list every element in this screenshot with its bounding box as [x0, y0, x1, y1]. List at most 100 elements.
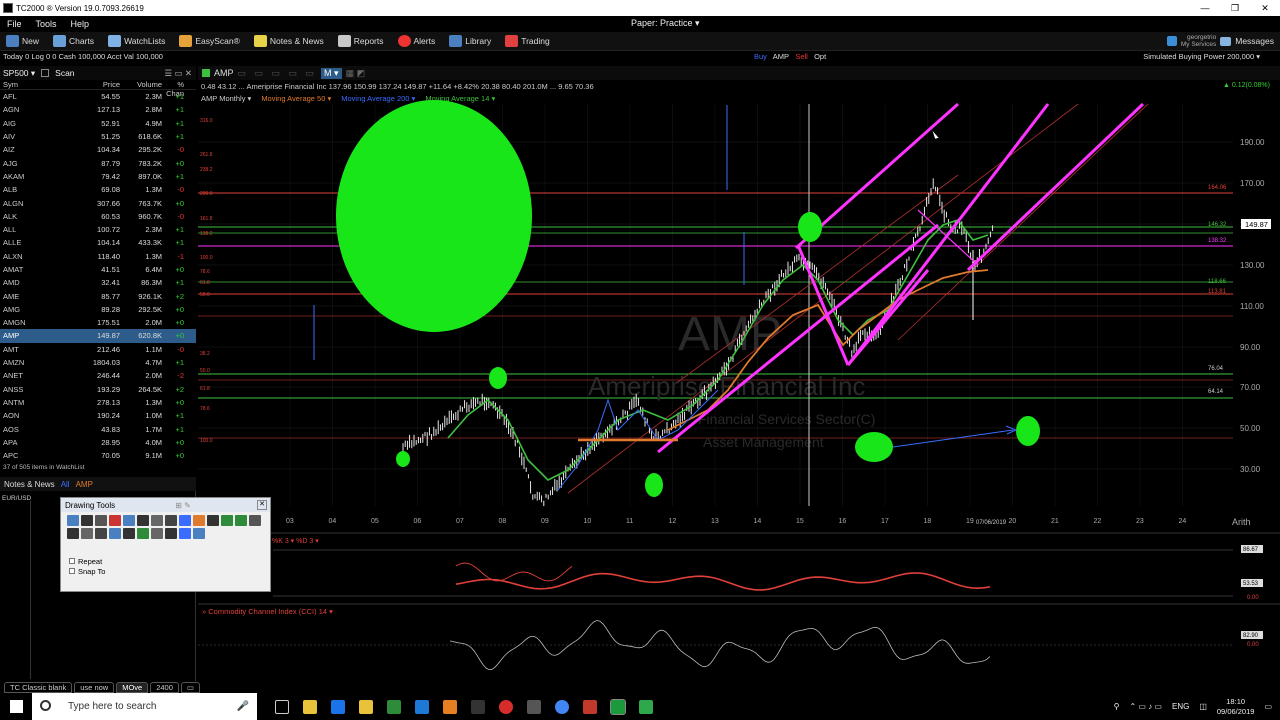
sell-button[interactable]: Sell: [795, 52, 808, 61]
notification-icon[interactable]: ▭: [1264, 702, 1272, 711]
watchlist-row[interactable]: APA 28.95 4.0M +0: [0, 436, 196, 449]
stochastic-label[interactable]: %K 3 ▾ %D 3 ▾: [272, 538, 319, 545]
col-symbol[interactable]: Sym: [0, 80, 78, 89]
watchlist-row[interactable]: AMG 89.28 292.5K +0: [0, 303, 196, 316]
drawing-tool-icon[interactable]: [123, 515, 135, 526]
drawing-tool-icon[interactable]: [207, 515, 219, 526]
watchlist-row[interactable]: AIV 51.25 618.6K +1: [0, 130, 196, 143]
windows-start-icon[interactable]: [10, 700, 23, 713]
excel-icon[interactable]: [387, 699, 401, 714]
channel-cross[interactable]: [917, 209, 979, 266]
minimize-button[interactable]: —: [1190, 3, 1220, 14]
watchlist-row[interactable]: ANET 246.44 2.0M -2: [0, 369, 196, 382]
layout-tab-4[interactable]: 2400: [150, 681, 179, 693]
layout-tab-3[interactable]: MOve: [116, 681, 149, 693]
drawing-tool-icon[interactable]: [179, 515, 191, 526]
col-price[interactable]: Price: [78, 80, 120, 89]
reports-button[interactable]: Reports: [332, 35, 392, 47]
watchlist-row[interactable]: AMD 32.41 86.3M +1: [0, 276, 196, 289]
notes-news-button[interactable]: Notes & News: [248, 35, 332, 47]
watchlists-button[interactable]: WatchLists: [102, 35, 173, 47]
menu-file[interactable]: File: [0, 19, 29, 29]
watchlist-row[interactable]: AKAM 79.42 897.0K +1: [0, 170, 196, 183]
timeframe-monthly[interactable]: M ▾: [321, 67, 342, 79]
col-change[interactable]: % Chan: [162, 80, 184, 98]
stochastic-d-line[interactable]: [455, 572, 991, 591]
drawing-tool-icon[interactable]: [95, 515, 107, 526]
watchlist-row[interactable]: ANSS 193.29 264.5K +2: [0, 383, 196, 396]
cci-label[interactable]: » Commodity Channel Index (CCI) 14 ▾: [202, 607, 333, 616]
notes-filter-all[interactable]: All: [61, 480, 70, 489]
buy-button[interactable]: Buy: [754, 52, 767, 61]
drawing-tool-icon[interactable]: [193, 515, 205, 526]
drawing-tool-icon[interactable]: [235, 515, 247, 526]
microphone-icon[interactable]: 🎤: [237, 701, 249, 712]
messages-button[interactable]: Messages: [1235, 36, 1274, 46]
channel-lower-2[interactable]: [966, 102, 1145, 272]
channel-mid[interactable]: [846, 269, 930, 366]
tc2000-icon[interactable]: [610, 698, 626, 715]
drawing-tool-icon[interactable]: [81, 528, 93, 539]
drawing-tool-icon[interactable]: [81, 515, 93, 526]
drawing-tool-icon[interactable]: [165, 515, 177, 526]
timeframe-buttons[interactable]: ▭ ▭ ▭ ▭ ▭: [238, 68, 318, 79]
watchlist-row[interactable]: ALK 60.53 960.7K -0: [0, 210, 196, 223]
user-services[interactable]: georgetrio My Services: [1181, 34, 1216, 48]
watchlist-row[interactable]: ALLE 104.14 433.3K +1: [0, 236, 196, 249]
drawing-tool-icon[interactable]: [165, 528, 177, 539]
repeat-checkbox[interactable]: [69, 558, 75, 564]
task-view-icon[interactable]: [275, 699, 289, 714]
watchlist-row[interactable]: ALL 100.72 2.3M +1: [0, 223, 196, 236]
drawing-tool-icon[interactable]: [179, 528, 191, 539]
library-button[interactable]: Library: [443, 35, 499, 47]
network-icon[interactable]: ◫: [1199, 702, 1207, 711]
app-icon-red[interactable]: [583, 699, 597, 714]
green-dot-marker[interactable]: [489, 367, 507, 389]
watchlist-row[interactable]: AMAT 41.51 6.4M +0: [0, 263, 196, 276]
stochastic-k-line[interactable]: [455, 562, 573, 582]
watchlist-row[interactable]: ANTM 278.13 1.3M +0: [0, 396, 196, 409]
scale-type[interactable]: Arith: [1232, 517, 1251, 527]
edge-icon[interactable]: [415, 699, 429, 714]
taskbar-search[interactable]: Type here to search 🎤: [32, 693, 257, 720]
watchlist-row[interactable]: ALXN 118.40 1.3M -1: [0, 250, 196, 263]
drawing-tool-icon[interactable]: [249, 515, 261, 526]
drawing-tool-icon[interactable]: [151, 528, 163, 539]
account-mode-dropdown[interactable]: Paper: Practice ▾: [631, 18, 700, 29]
watchlist-controls[interactable]: ☰ ▭ ✕: [165, 68, 197, 79]
watchlist-row[interactable]: AME 85.77 926.1K +2: [0, 289, 196, 302]
watchlist-row[interactable]: AMP 149.87 620.8K +0: [0, 329, 196, 343]
drawing-tool-icon[interactable]: [123, 528, 135, 539]
watchlist-row[interactable]: ALB 69.08 1.3M -0: [0, 183, 196, 196]
scan-checkbox[interactable]: [41, 69, 50, 77]
watchlist-row[interactable]: AGN 127.13 2.8M +1: [0, 103, 196, 116]
green-dot-marker[interactable]: [1016, 416, 1040, 446]
drawing-tool-icon[interactable]: [137, 528, 149, 539]
app-icon-orange[interactable]: [443, 699, 457, 714]
price-chart[interactable]: AMP Ameriprise Financial Inc Financial S…: [198, 100, 1280, 680]
buying-power[interactable]: Simulated Buying Power 200,000 ▾: [1143, 52, 1260, 61]
drawing-tool-icon[interactable]: [109, 528, 121, 539]
maximize-button[interactable]: ❒: [1220, 3, 1250, 14]
green-ellipse-marker[interactable]: [336, 100, 532, 332]
app-icon-green[interactable]: [639, 699, 653, 714]
chrome-icon[interactable]: [555, 699, 569, 714]
watchlist-row[interactable]: APC 70.05 9.1M +0: [0, 449, 196, 462]
chart-symbol[interactable]: AMP: [214, 68, 234, 78]
green-dot-marker[interactable]: [855, 432, 893, 462]
drawing-tool-icon[interactable]: [193, 528, 205, 539]
option-button[interactable]: Opt: [814, 52, 826, 61]
layout-tab-1[interactable]: TC Classic blank: [4, 681, 73, 693]
watchlist-row[interactable]: AIG 52.91 4.9M +1: [0, 117, 196, 130]
people-icon[interactable]: ⚲: [1114, 702, 1120, 711]
watchlist-row[interactable]: AJG 87.79 783.2K +0: [0, 156, 196, 169]
watchlist-row[interactable]: ALGN 307.66 763.7K +0: [0, 196, 196, 209]
trading-button[interactable]: Trading: [499, 35, 558, 47]
drawing-tool-icon[interactable]: [137, 515, 149, 526]
close-button[interactable]: ✕: [1250, 3, 1280, 14]
drawing-tool-icon[interactable]: [221, 515, 233, 526]
snap-checkbox[interactable]: [69, 568, 75, 574]
notes-filter-symbol[interactable]: AMP: [76, 480, 93, 489]
store-icon[interactable]: [331, 699, 345, 714]
drawing-tool-icon[interactable]: [67, 528, 79, 539]
